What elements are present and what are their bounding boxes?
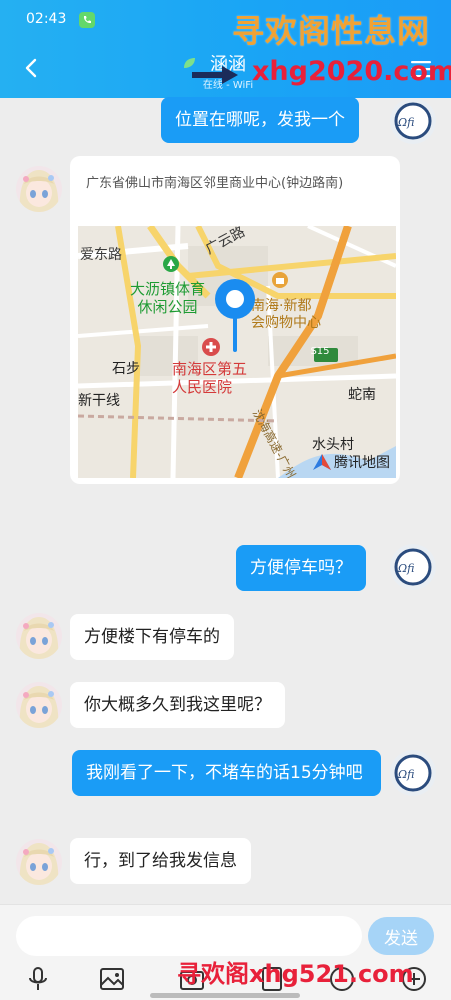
watermark-domain: xhg2020.com (252, 56, 451, 87)
back-arrow-icon[interactable] (20, 56, 44, 80)
my-message-bubble[interactable]: 方便停车吗？ (236, 545, 366, 591)
map-provider-label: 腾讯地图 (334, 455, 390, 471)
contact-message-bubble[interactable]: 你大概多久到我这里呢？ (70, 682, 285, 728)
send-button[interactable]: 发送 (368, 917, 434, 955)
hospital-icon (202, 338, 220, 356)
map-label-aidong-road: 爱东路 (80, 247, 122, 263)
contact-message-bubble[interactable]: 行，到了给我发信息 (70, 838, 251, 884)
map-label-hospital: 南海区第五 人民医院 (172, 360, 247, 396)
tencent-map-icon (313, 454, 331, 470)
map-label-new-trunk: 新干线 (78, 393, 120, 409)
status-time: 02:43 (26, 11, 67, 27)
hospital-line1: 南海区第五 (172, 360, 248, 378)
watermark-bottom: 寻欢阁xhg521.com (177, 960, 414, 988)
map-label-shibu: 石步 (112, 361, 140, 377)
location-pin-icon (215, 279, 255, 352)
map-label-shuitou: 水头村 (312, 437, 354, 453)
map-label-mall: 南海·新都 会购物中心 (251, 298, 321, 332)
map-label-highway-badge: S15 (310, 346, 330, 357)
home-indicator[interactable] (150, 993, 300, 998)
map-label-shenan: 蛇南 (348, 387, 376, 403)
watermark-site-name: 寻欢阁性息网 (232, 12, 431, 50)
location-address: 广东省佛山市南海区邻里商业中心(钟边路南) (86, 176, 344, 191)
contact-avatar[interactable] (16, 682, 62, 728)
map-label-park: 大沥镇体育 休闲公园 (130, 280, 205, 316)
location-message-card[interactable]: 广东省佛山市南海区邻里商业中心(钟边路南) 爱东路 广云路 大沥镇体育 休闲公园… (70, 156, 400, 484)
microphone-icon[interactable] (24, 965, 52, 993)
svg-text:Ωfi: Ωfi (397, 562, 414, 575)
my-message-bubble[interactable]: 我刚看了一下，不堵车的话15分钟吧 (72, 750, 381, 796)
contact-avatar[interactable] (16, 839, 62, 885)
phone-app-icon (79, 12, 95, 28)
message-input[interactable] (16, 916, 362, 956)
mall-line1: 南海·新都 (251, 298, 312, 314)
park-line1: 大沥镇体育 (130, 280, 206, 298)
location-map[interactable]: 爱东路 广云路 大沥镇体育 休闲公园 南海·新都 会购物中心 南海区第五 人民医… (78, 226, 396, 478)
my-avatar[interactable]: Ωfi (390, 750, 436, 796)
park-line2: 休闲公园 (137, 298, 198, 316)
svg-text:Ωfi: Ωfi (397, 116, 414, 129)
contact-avatar[interactable] (16, 613, 62, 659)
watermark-arrow-icon (192, 66, 238, 84)
park-icon (163, 256, 179, 272)
svg-text:Ωfi: Ωfi (397, 768, 414, 781)
my-avatar[interactable]: Ωfi (390, 544, 436, 590)
shopping-icon (272, 272, 288, 288)
tencent-map-logo: 腾讯地图 (313, 452, 390, 472)
mall-line2: 会购物中心 (251, 315, 321, 331)
hospital-line2: 人民医院 (172, 378, 233, 396)
contact-avatar[interactable] (16, 166, 62, 212)
contact-message-bubble[interactable]: 方便楼下有停车的 (70, 614, 234, 660)
image-icon[interactable] (98, 965, 126, 993)
my-message-bubble[interactable]: 位置在哪呢，发我一个 (161, 97, 359, 143)
my-avatar[interactable]: Ωfi (390, 98, 436, 144)
